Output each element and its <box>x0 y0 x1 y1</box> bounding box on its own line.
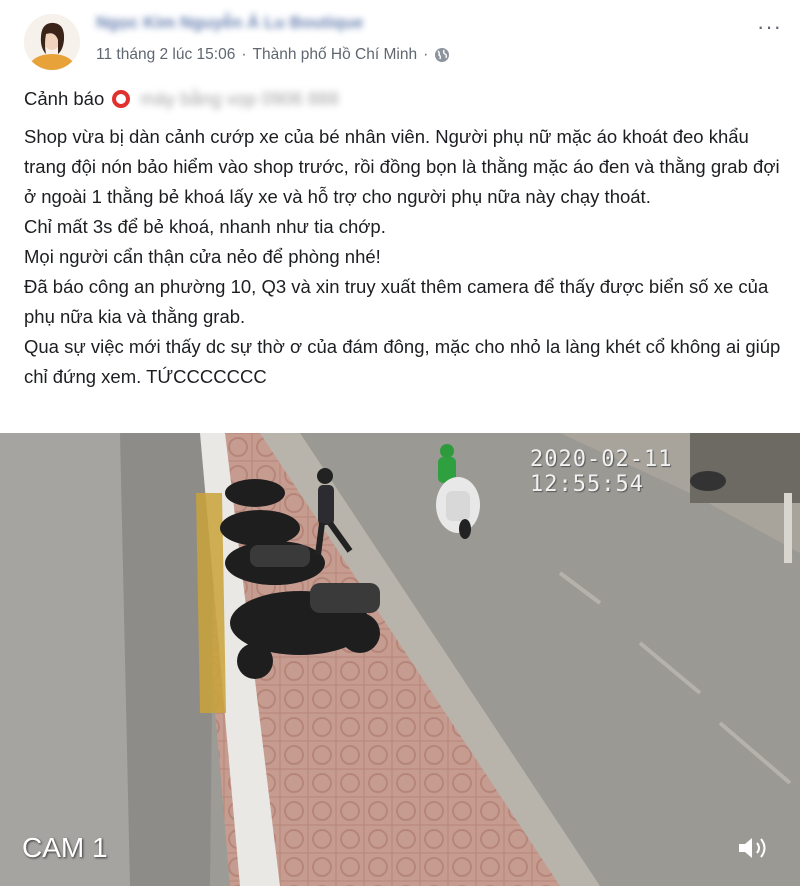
post-timestamp[interactable]: 11 tháng 2 lúc 15:06 <box>96 46 235 64</box>
post-paragraph: Mọi người cẩn thận cửa nẻo để phòng nhé! <box>24 246 381 267</box>
meta-separator: · <box>241 46 247 63</box>
post-body: Shop vừa bị dàn cảnh cướp xe của bé nhân… <box>24 122 784 392</box>
post-paragraph: Chỉ mất 3s để bẻ khoá, nhanh như tia chớ… <box>24 216 386 237</box>
video-timestamp-overlay: 2020-02-11 12:55:54 <box>530 447 673 497</box>
author-avatar[interactable] <box>24 14 80 70</box>
warning-prefix: Cảnh báo <box>24 88 105 109</box>
avatar-image <box>24 14 80 70</box>
warning-line: Cảnh báo máy bằng vọp 0906 888 <box>24 88 339 110</box>
blurred-contact: máy bằng vọp 0906 888 <box>140 88 339 109</box>
post-location[interactable]: Thành phố Hồ Chí Minh <box>253 46 418 64</box>
meta-separator: · <box>423 46 429 63</box>
post-paragraph: Qua sự việc mới thấy dc sự thờ ơ của đám… <box>24 336 781 387</box>
globe-icon[interactable] <box>434 47 450 63</box>
facebook-post: Ngọc Kim Nguyễn Ả Lu Boutique 11 tháng 2… <box>0 0 800 886</box>
post-paragraph: Shop vừa bị dàn cảnh cướp xe của bé nhân… <box>24 126 780 207</box>
author-name[interactable]: Ngọc Kim Nguyễn Ả Lu Boutique <box>96 13 363 33</box>
camera-label: CAM 1 <box>22 832 108 863</box>
more-options-icon[interactable]: ··· <box>757 16 782 38</box>
cctv-frame <box>0 433 800 886</box>
post-meta: 11 tháng 2 lúc 15:06 · Thành phố Hồ Chí … <box>96 46 450 64</box>
volume-icon[interactable] <box>736 834 770 862</box>
post-paragraph: Đã báo công an phường 10, Q3 và xin truy… <box>24 276 769 327</box>
cctv-video[interactable]: 2020-02-11 12:55:54 CAM 1 <box>0 433 800 886</box>
red-circle-icon <box>112 90 131 108</box>
